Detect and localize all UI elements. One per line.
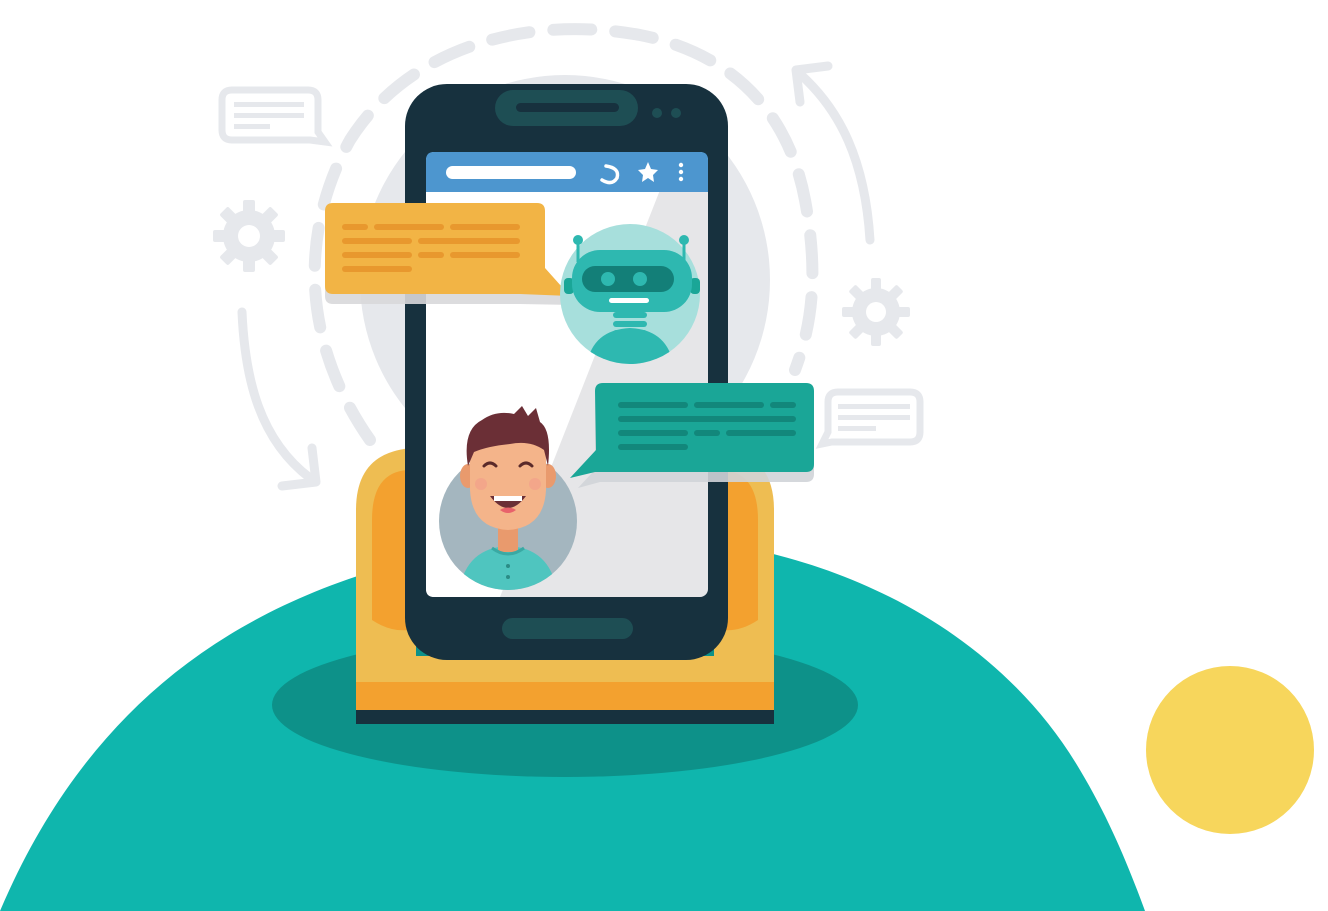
gear-icon: [213, 200, 285, 272]
more-vertical-icon[interactable]: [678, 162, 684, 182]
bot-message-bubble: [325, 203, 575, 305]
camera-dot: [671, 108, 681, 118]
user-message-bubble: [570, 383, 814, 488]
camera-dot: [652, 108, 662, 118]
chatbot-illustration: [0, 23, 1314, 911]
yellow-circle: [1146, 666, 1314, 834]
note-icon: [218, 86, 333, 147]
note-icon: [815, 388, 924, 449]
home-button[interactable]: [502, 618, 633, 639]
gear-icon: [842, 278, 910, 346]
arrow-left-icon: [237, 307, 321, 491]
address-bar[interactable]: [446, 166, 576, 179]
